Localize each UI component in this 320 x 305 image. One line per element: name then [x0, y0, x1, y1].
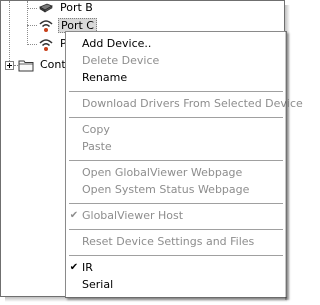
menu-item-add-device[interactable]: Add Device.. [66, 36, 286, 52]
menu-separator [69, 91, 283, 92]
window-shadow [285, 5, 290, 300]
checkmark-icon: ✔ [69, 210, 79, 221]
menu-item-paste[interactable]: Paste [66, 139, 286, 155]
menu-item-open-globalviewer-webpage[interactable]: Open GlobalViewer Webpage [66, 165, 286, 181]
tree-connector-line [27, 8, 37, 9]
menu-separator [69, 160, 283, 161]
device-icon [38, 1, 54, 15]
menu-item-serial[interactable]: Serial [66, 277, 286, 293]
tree-connector-line [27, 44, 37, 45]
menu-item-globalviewer-host[interactable]: ✔ GlobalViewer Host [66, 208, 286, 224]
wireless-ir-icon [38, 18, 54, 32]
expand-icon[interactable] [5, 61, 14, 70]
menu-item-delete-device[interactable]: Delete Device [66, 53, 286, 69]
menu-item-copy[interactable]: Copy [66, 122, 286, 138]
window-shadow [5, 297, 287, 302]
context-menu: Add Device.. Delete Device Rename Downlo… [65, 31, 303, 298]
menu-separator [69, 229, 283, 230]
menu-item-download-drivers[interactable]: Download Drivers From Selected Device [66, 96, 303, 112]
folder-icon [18, 58, 34, 72]
wireless-ir-icon [38, 37, 54, 51]
tree-view-window: Port B Port C P Cont Add Device.. Delete… [0, 0, 303, 298]
menu-separator [69, 255, 283, 256]
tree-connector-line [9, 1, 10, 61]
tree-item-label: Cont [40, 58, 66, 71]
menu-item-reset-device-settings[interactable]: Reset Device Settings and Files [66, 234, 286, 250]
checkmark-icon: ✔ [69, 262, 79, 273]
menu-item-rename[interactable]: Rename [66, 70, 286, 86]
tree-item-port-b[interactable]: Port B [38, 0, 158, 16]
menu-item-ir[interactable]: ✔ IR [66, 260, 286, 276]
tree-connector-line [27, 25, 37, 26]
menu-item-open-system-status-webpage[interactable]: Open System Status Webpage [66, 182, 286, 198]
menu-separator [69, 203, 283, 204]
tree-item-label: Port B [60, 1, 93, 14]
menu-separator [69, 117, 283, 118]
